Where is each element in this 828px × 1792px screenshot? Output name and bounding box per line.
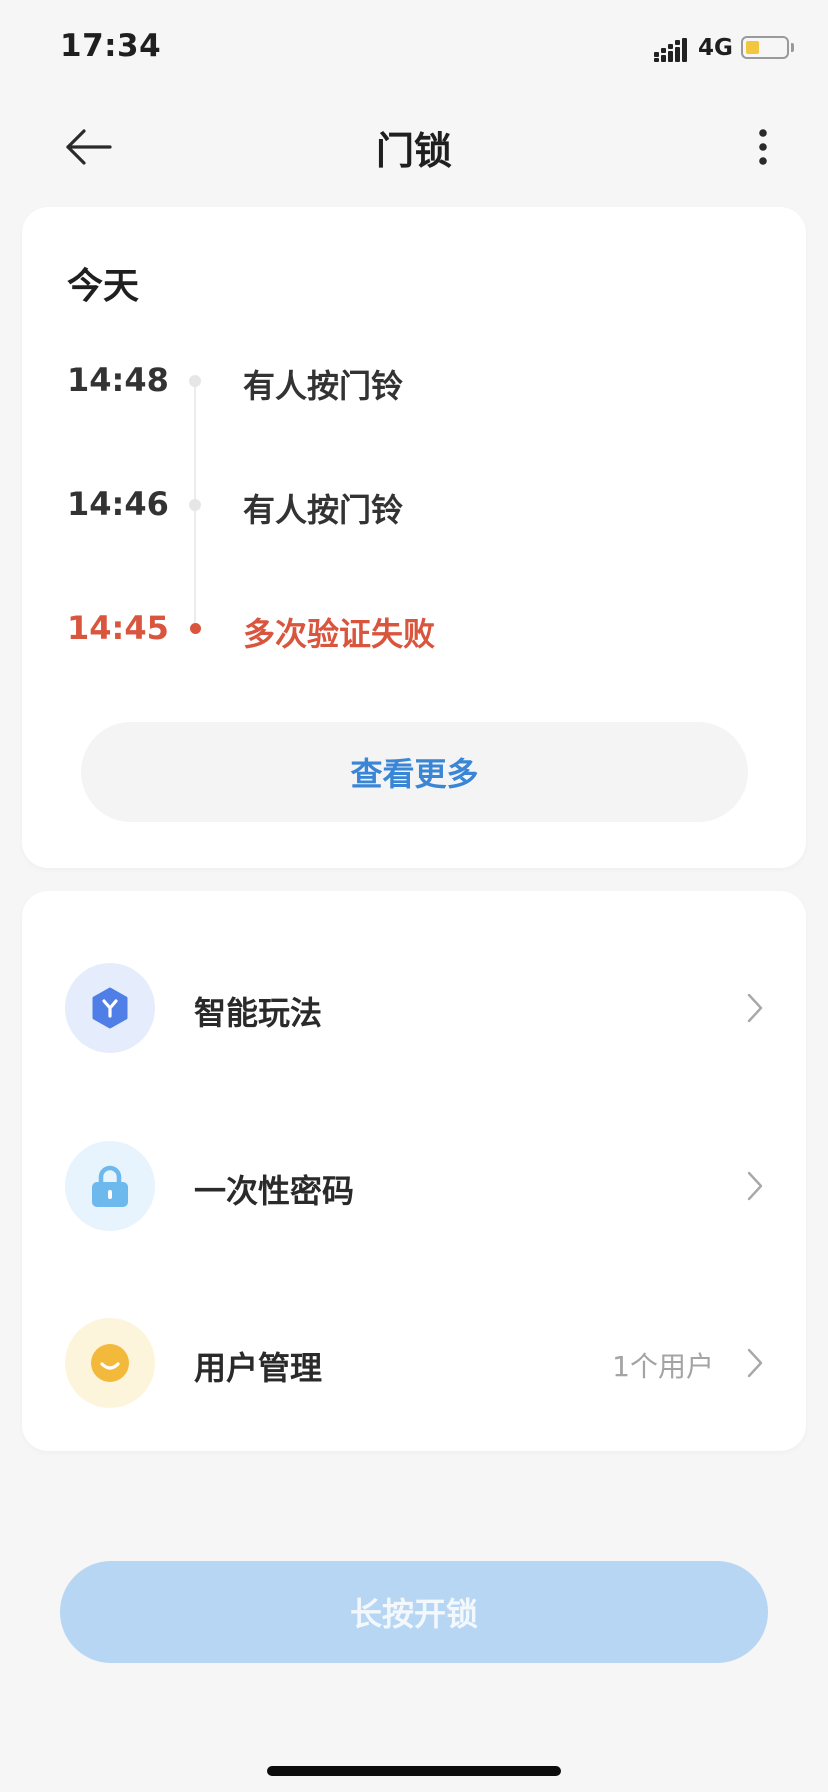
menu-item-label: 智能玩法 xyxy=(194,994,323,1032)
timeline-dot xyxy=(189,375,201,387)
menu-item-smart-scenes[interactable]: 智能玩法 xyxy=(22,948,806,1068)
user-count: 1个用户 xyxy=(612,1350,714,1383)
menu-item-label: 用户管理 xyxy=(194,1349,323,1387)
log-time: 14:45 xyxy=(67,609,169,647)
log-entry: 14:46 有人按门铃 xyxy=(22,479,806,529)
log-text: 有人按门铃 xyxy=(243,367,404,405)
menu-item-label: 一次性密码 xyxy=(194,1172,355,1210)
home-indicator[interactable] xyxy=(267,1766,561,1776)
view-more-button[interactable]: 查看更多 xyxy=(81,722,748,822)
hold-to-unlock-button[interactable]: 长按开锁 xyxy=(60,1561,768,1663)
log-text: 多次验证失败 xyxy=(243,615,436,653)
battery-icon xyxy=(741,36,789,59)
menu-item-user-management[interactable]: 用户管理 1个用户 xyxy=(22,1303,806,1423)
status-time: 17:34 xyxy=(60,28,162,64)
user-face-icon xyxy=(65,1318,155,1408)
log-time: 14:46 xyxy=(67,485,169,523)
log-text: 有人按门铃 xyxy=(243,491,404,529)
chevron-right-icon xyxy=(747,1171,763,1201)
lock-icon xyxy=(65,1141,155,1231)
log-time: 14:48 xyxy=(67,361,169,399)
menu-item-one-time-password[interactable]: 一次性密码 xyxy=(22,1126,806,1246)
menu-card: 智能玩法 一次性密码 用户管理 1个用户 xyxy=(22,891,806,1451)
smart-scene-icon xyxy=(65,963,155,1053)
activity-card: 今天 14:48 有人按门铃 14:46 有人按门铃 14:45 多次验证失败 … xyxy=(22,207,806,868)
chevron-right-icon xyxy=(747,1348,763,1378)
battery-level xyxy=(746,41,759,54)
network-type: 4G xyxy=(698,35,733,61)
more-options-icon[interactable] xyxy=(742,124,788,170)
battery-cap xyxy=(791,43,794,52)
timeline-dot-alert xyxy=(190,623,201,634)
log-entry: 14:48 有人按门铃 xyxy=(22,355,806,405)
page-title: 门锁 xyxy=(375,129,452,173)
chevron-right-icon xyxy=(747,993,763,1023)
timeline-dot xyxy=(189,499,201,511)
status-bar: 17:34 4G xyxy=(0,0,828,100)
log-entry-alert: 14:45 多次验证失败 xyxy=(22,603,806,653)
signal-icon xyxy=(654,38,687,62)
section-title-today: 今天 xyxy=(67,266,140,307)
